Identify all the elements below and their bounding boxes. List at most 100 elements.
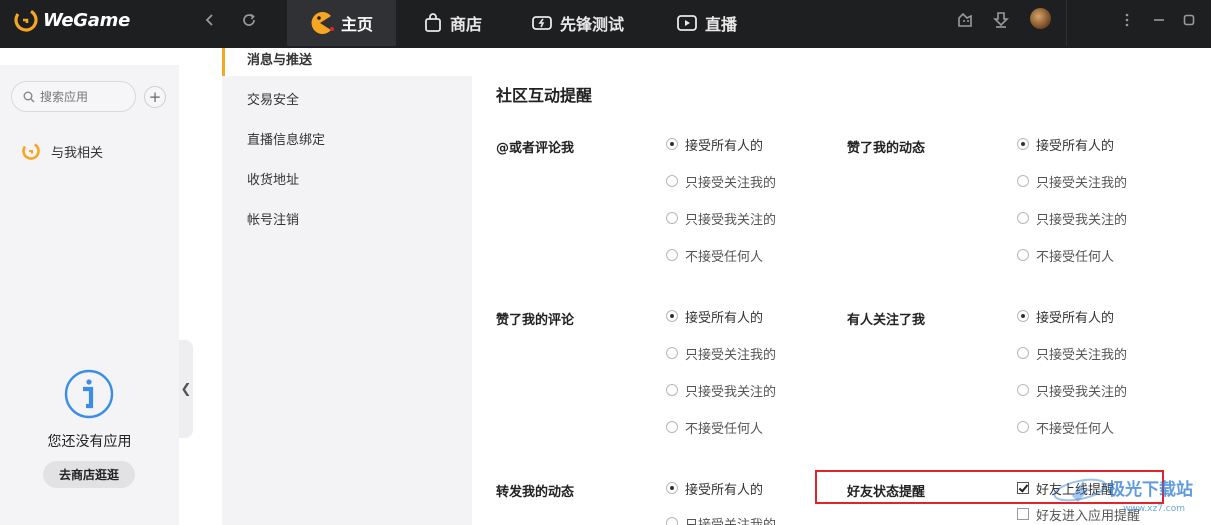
radio-button[interactable] [666, 421, 678, 433]
search-input[interactable]: 搜索应用 [11, 81, 136, 112]
radio-option[interactable]: 只接受我关注的 [666, 382, 777, 400]
tab-shop[interactable]: 商店 [423, 0, 482, 46]
radio-button[interactable] [666, 138, 678, 150]
app-name: WeGame [43, 9, 130, 31]
radio-option[interactable]: 只接受关注我的 [666, 345, 777, 363]
radio-button[interactable] [666, 249, 678, 261]
radio-label: 接受所有人的 [685, 482, 764, 498]
menu-item-address[interactable]: 收货地址 [247, 169, 299, 188]
radio-option[interactable]: 只接受关注我的 [666, 173, 776, 191]
radio-label: 只接受关注我的 [1036, 347, 1128, 363]
radio-option[interactable]: 不接受任何人 [666, 419, 763, 437]
sidebar-item-related[interactable]: 与我相关 [21, 141, 103, 161]
radio-button[interactable] [666, 384, 678, 396]
radio-button[interactable] [1017, 249, 1029, 261]
menu-item-account-cancel[interactable]: 帐号注销 [247, 209, 299, 228]
radio-label: 接受所有人的 [685, 310, 764, 326]
wegame-logo-icon [14, 8, 38, 32]
more-icon [1125, 13, 1129, 27]
radio-label: 接受所有人的 [685, 138, 764, 154]
radio-button[interactable] [666, 517, 678, 525]
radio-button[interactable] [666, 347, 678, 359]
radio-button[interactable] [1017, 212, 1029, 224]
radio-label: 只接受我关注的 [685, 384, 777, 400]
menu-item-trade-security[interactable]: 交易安全 [247, 89, 299, 108]
left-top-strip [0, 48, 222, 65]
skin-icon [958, 12, 972, 27]
radio-option[interactable]: 只接受我关注的 [1017, 382, 1128, 400]
radio-label: 不接受任何人 [685, 249, 764, 265]
radio-button[interactable] [1017, 384, 1029, 396]
radio-option[interactable]: 只接受我关注的 [666, 210, 777, 228]
radio-button[interactable] [666, 175, 678, 187]
chevron-left-icon: ❮ [180, 381, 192, 397]
back-icon [205, 14, 213, 26]
refresh-icon [243, 13, 255, 26]
download-button[interactable] [990, 10, 1012, 30]
radio-option[interactable]: 只接受我关注的 [1017, 210, 1127, 228]
tab-pioneer-test[interactable]: 先锋测试 [531, 0, 624, 46]
radio-button[interactable] [666, 310, 678, 322]
radio-label: 只接受关注我的 [1036, 175, 1128, 191]
skin-button[interactable] [954, 10, 976, 30]
empty-apps-text: 您还没有应用 [47, 434, 132, 450]
radio-button[interactable] [1017, 347, 1029, 359]
plus-icon: + [148, 88, 162, 106]
checkbox-option[interactable]: 好友进入应用提醒 [1017, 506, 1140, 524]
search-placeholder: 搜索应用 [40, 90, 89, 104]
active-indicator [222, 48, 225, 76]
minimize-icon [1154, 19, 1164, 21]
radio-option[interactable]: 只接受关注我的 [1017, 173, 1128, 191]
minimize-button[interactable] [1148, 10, 1170, 30]
radio-label: 接受所有人的 [1036, 310, 1115, 326]
collapse-sidebar-button[interactable]: ❮ [179, 340, 193, 438]
section-title: 社区互动提醒 [496, 86, 593, 105]
more-button[interactable] [1116, 10, 1138, 30]
radio-option[interactable]: 不接受任何人 [1017, 419, 1115, 437]
wegame-logo[interactable]: WeGame [14, 6, 130, 34]
download-icon [993, 12, 1009, 28]
menu-item-live-binding[interactable]: 直播信息绑定 [247, 129, 325, 148]
radio-button[interactable] [666, 482, 678, 494]
radio-button[interactable] [1017, 310, 1029, 322]
top-bar: WeGame 主页 商店 先锋测试 直播 [0, 0, 1211, 48]
radio-option[interactable]: 接受所有人的 [666, 480, 764, 498]
maximize-button[interactable] [1178, 10, 1200, 30]
tab-live[interactable]: 直播 [676, 0, 737, 46]
radio-option[interactable]: 不接受任何人 [1017, 247, 1114, 265]
tab-home[interactable]: 主页 [287, 0, 396, 46]
divider [1066, 0, 1067, 46]
radio-option[interactable]: 只接受关注我的 [1017, 345, 1128, 363]
radio-option[interactable]: 接受所有人的 [666, 308, 764, 326]
group-label-like-comment: 赞了我的评论 [496, 313, 575, 328]
shopping-bag-icon [423, 13, 443, 33]
back-button[interactable] [197, 9, 223, 31]
gamepad-icon [531, 13, 553, 33]
group-label-followed: 有人关注了我 [847, 313, 926, 328]
radio-option[interactable]: 只接受关注我的 [666, 515, 776, 525]
radio-label: 只接受关注我的 [685, 347, 777, 363]
radio-label: 只接受我关注的 [685, 212, 777, 228]
radio-option[interactable]: 不接受任何人 [666, 247, 764, 265]
radio-label: 只接受我关注的 [1036, 384, 1128, 400]
radio-button[interactable] [1017, 175, 1029, 187]
radio-option[interactable]: 接受所有人的 [1017, 308, 1115, 326]
checkbox[interactable] [1017, 508, 1029, 520]
menu-item-messages[interactable]: 消息与推送 [247, 49, 312, 68]
radio-label: 不接受任何人 [1036, 421, 1115, 437]
play-icon [676, 13, 698, 33]
group-label-mention: @或者评论我 [496, 141, 575, 156]
radio-option[interactable]: 接受所有人的 [666, 136, 764, 154]
radio-button[interactable] [1017, 138, 1029, 150]
radio-button[interactable] [666, 212, 678, 224]
radio-label: 接受所有人的 [1036, 138, 1115, 154]
tab-home-label: 主页 [341, 15, 374, 34]
refresh-button[interactable] [236, 9, 262, 31]
go-store-button[interactable]: 去商店逛逛 [43, 461, 135, 488]
radio-button[interactable] [1017, 421, 1029, 433]
avatar[interactable] [1030, 8, 1051, 29]
add-app-button[interactable]: + [144, 86, 166, 108]
radio-option[interactable]: 接受所有人的 [1017, 136, 1115, 154]
radio-label: 只接受关注我的 [685, 517, 777, 525]
tab-shop-label: 商店 [450, 15, 483, 34]
